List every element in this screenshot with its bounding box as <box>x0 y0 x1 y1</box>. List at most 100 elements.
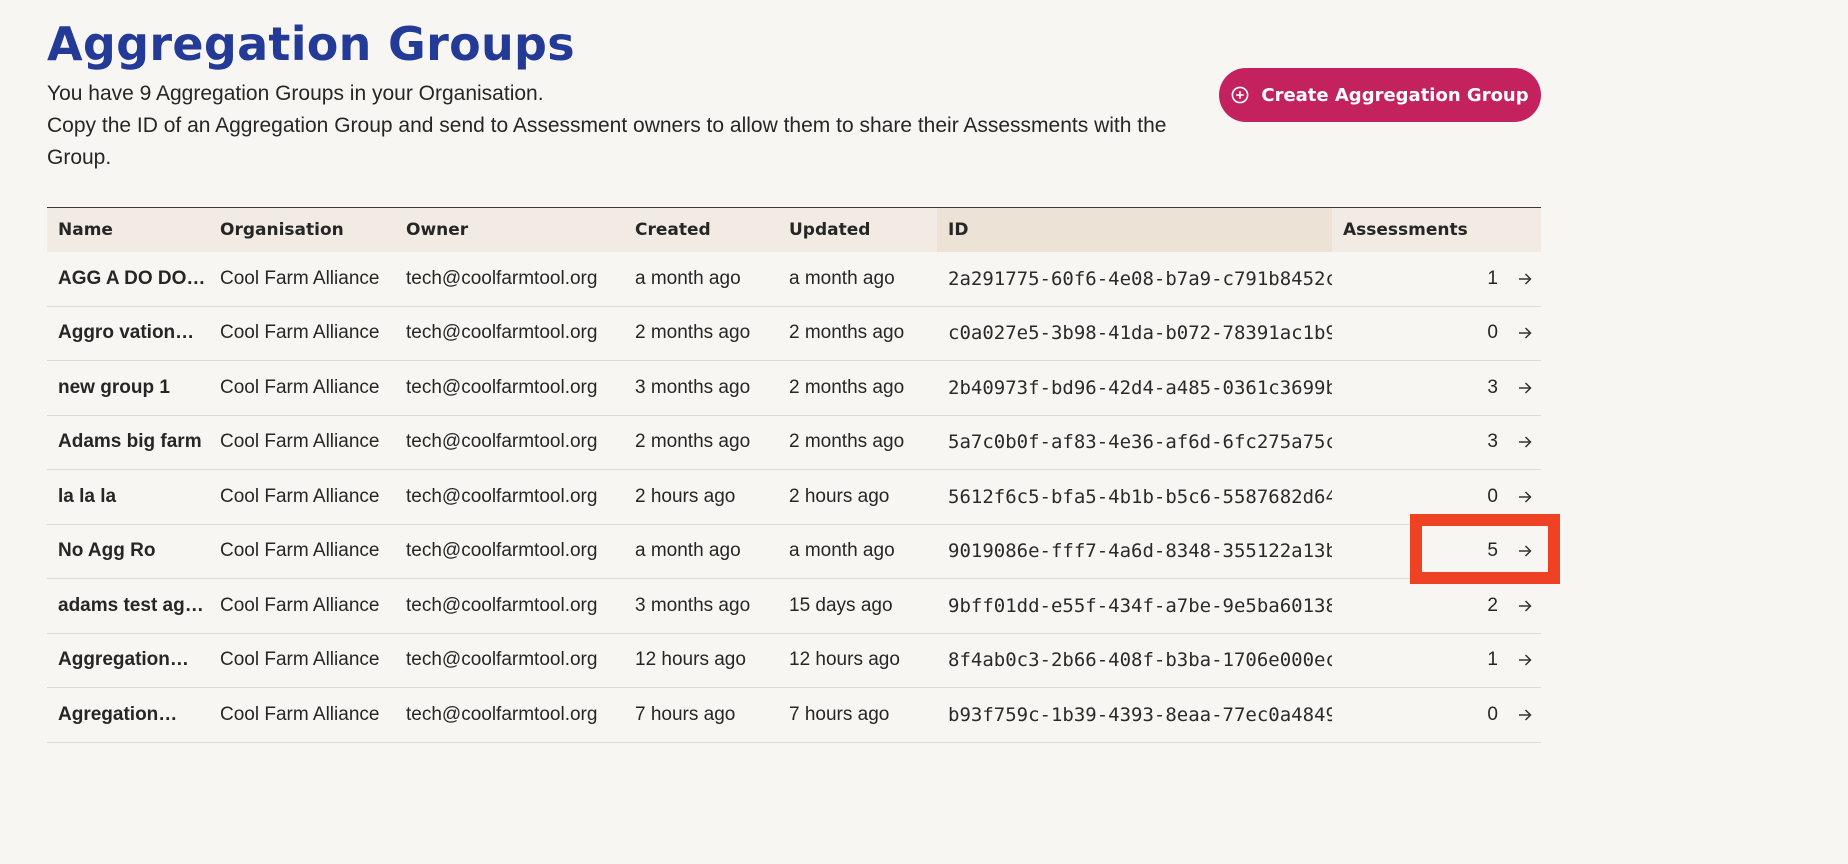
column-header-id[interactable]: ID <box>937 207 1332 252</box>
group-id: 9bff01dd-e55f-434f-a7be-9e5ba601382c <box>948 594 1332 617</box>
group-organisation: Cool Farm Alliance <box>209 415 395 470</box>
group-updated: 15 days ago <box>778 578 937 634</box>
arrow-right-icon[interactable] <box>1517 707 1533 723</box>
table-row[interactable]: new group 1 Cool Farm Alliance tech@coolfa… <box>47 360 1541 416</box>
table-row[interactable]: AGG A DO DO… Cool Farm Alliance tech@coolf… <box>47 252 1541 307</box>
group-assessments-count: 0 <box>1332 306 1498 361</box>
group-name[interactable]: Aggregation… <box>47 633 209 688</box>
intro-text: You have 9 Aggregation Groups in your Or… <box>47 78 1187 174</box>
group-name[interactable]: No Agg Ro <box>47 524 209 579</box>
group-id: 9019086e-fff7-4a6d-8348-355122a13ba1 <box>948 540 1332 563</box>
group-organisation: Cool Farm Alliance <box>209 687 395 743</box>
group-organisation: Cool Farm Alliance <box>209 469 395 525</box>
arrow-right-icon[interactable] <box>1517 652 1533 668</box>
group-id: c0a027e5-3b98-41da-b072-78391ac1b988 <box>948 322 1332 345</box>
open-group-cell <box>1498 415 1541 470</box>
page-title: Aggregation Groups <box>47 17 575 71</box>
group-organisation: Cool Farm Alliance <box>209 306 395 361</box>
table-row[interactable]: adams test agg… Cool Farm Alliance tech@co… <box>47 578 1541 634</box>
group-id: 2b40973f-bd96-42d4-a485-0361c3699b82 <box>948 376 1332 399</box>
table-row[interactable]: la la la Cool Farm Alliance tech@coolfarmt… <box>47 469 1541 525</box>
group-owner: tech@coolfarmtool.org <box>395 578 624 634</box>
arrow-right-icon[interactable] <box>1517 598 1533 614</box>
arrow-right-icon[interactable] <box>1517 434 1533 450</box>
group-owner: tech@coolfarmtool.org <box>395 306 624 361</box>
open-group-cell <box>1498 360 1541 416</box>
column-header-actions <box>1498 208 1541 253</box>
group-owner: tech@coolfarmtool.org <box>395 633 624 688</box>
group-owner: tech@coolfarmtool.org <box>395 415 624 470</box>
group-name[interactable]: Agregation… <box>47 687 209 743</box>
group-updated: 2 months ago <box>778 360 937 416</box>
group-created: 2 hours ago <box>624 469 778 525</box>
group-name[interactable]: new group 1 <box>47 360 209 416</box>
group-updated: 2 months ago <box>778 306 937 361</box>
group-name[interactable]: la la la <box>47 469 209 525</box>
group-assessments-count: 3 <box>1332 360 1498 416</box>
create-aggregation-group-button[interactable]: Create Aggregation Group <box>1219 68 1541 122</box>
group-updated: a month ago <box>778 524 937 579</box>
group-updated: 2 months ago <box>778 415 937 470</box>
group-assessments-count: 1 <box>1332 252 1498 307</box>
group-id: 5612f6c5-bfa5-4b1b-b5c6-5587682d64d7 <box>948 485 1332 508</box>
group-created: 2 months ago <box>624 306 778 361</box>
group-name[interactable]: Adams big farm <box>47 415 209 470</box>
open-group-cell <box>1498 633 1541 688</box>
group-assessments-count: 0 <box>1332 469 1498 525</box>
group-id: 2a291775-60f6-4e08-b7a9-c791b8452cb6 <box>948 267 1332 290</box>
arrow-right-icon[interactable] <box>1517 325 1533 341</box>
table-body: AGG A DO DO… Cool Farm Alliance tech@coolf… <box>47 252 1541 743</box>
column-header-owner[interactable]: Owner <box>395 208 624 253</box>
group-organisation: Cool Farm Alliance <box>209 633 395 688</box>
group-owner: tech@coolfarmtool.org <box>395 469 624 525</box>
column-header-organisation[interactable]: Organisation <box>209 208 395 253</box>
arrow-right-icon[interactable] <box>1517 271 1533 287</box>
open-group-cell <box>1498 306 1541 361</box>
group-id-cell: 8f4ab0c3-2b66-408f-b3ba-1706e000ecee <box>937 633 1332 688</box>
group-id: 5a7c0b0f-af83-4e36-af6d-6fc275a75c71 <box>948 431 1332 454</box>
group-owner: tech@coolfarmtool.org <box>395 252 624 307</box>
table-row[interactable]: Adams big farm Cool Farm Alliance tech@coo… <box>47 415 1541 470</box>
group-id-cell: 9019086e-fff7-4a6d-8348-355122a13ba1 <box>937 524 1332 579</box>
group-assessments-count: 3 <box>1332 415 1498 470</box>
group-organisation: Cool Farm Alliance <box>209 252 395 307</box>
open-group-cell <box>1498 252 1541 307</box>
group-id-cell: 9bff01dd-e55f-434f-a7be-9e5ba601382c <box>937 578 1332 634</box>
table-header-row: Name Organisation Owner Created Updated … <box>47 207 1541 253</box>
table-row[interactable]: Aggro vation… Cool Farm Alliance tech@cool… <box>47 306 1541 361</box>
group-owner: tech@coolfarmtool.org <box>395 524 624 579</box>
column-header-created[interactable]: Created <box>624 208 778 253</box>
group-owner: tech@coolfarmtool.org <box>395 360 624 416</box>
open-group-cell <box>1498 687 1541 743</box>
group-name[interactable]: Aggro vation… <box>47 306 209 361</box>
intro-count-text: You have 9 Aggregation Groups in your Or… <box>47 82 544 105</box>
group-created: a month ago <box>624 252 778 307</box>
column-header-name[interactable]: Name <box>47 208 209 253</box>
aggregation-groups-page: Aggregation Groups You have 9 Aggregatio… <box>0 0 1848 864</box>
group-organisation: Cool Farm Alliance <box>209 524 395 579</box>
group-assessments-count: 1 <box>1332 633 1498 688</box>
group-name[interactable]: adams test agg… <box>47 578 209 634</box>
group-created: 7 hours ago <box>624 687 778 743</box>
arrow-right-icon[interactable] <box>1517 380 1533 396</box>
column-header-assessments[interactable]: Assessments <box>1332 208 1498 253</box>
column-header-updated[interactable]: Updated <box>778 208 937 253</box>
group-created: a month ago <box>624 524 778 579</box>
group-name[interactable]: AGG A DO DO… <box>47 252 209 307</box>
plus-circle-icon <box>1231 86 1249 104</box>
arrow-right-icon[interactable] <box>1517 543 1533 559</box>
table-row[interactable]: Aggregation… Cool Farm Alliance tech@coolf… <box>47 633 1541 688</box>
aggregation-groups-table: Name Organisation Owner Created Updated … <box>47 207 1541 743</box>
group-created: 3 months ago <box>624 578 778 634</box>
group-created: 12 hours ago <box>624 633 778 688</box>
group-organisation: Cool Farm Alliance <box>209 360 395 416</box>
table-row[interactable]: No Agg Ro Cool Farm Alliance tech@coolfarm… <box>47 524 1541 579</box>
group-owner: tech@coolfarmtool.org <box>395 687 624 743</box>
open-group-cell <box>1498 578 1541 634</box>
table-row[interactable]: Agregation… Cool Farm Alliance tech@coolfa… <box>47 687 1541 743</box>
group-updated: 12 hours ago <box>778 633 937 688</box>
group-assessments-count: 2 <box>1332 578 1498 634</box>
group-created: 2 months ago <box>624 415 778 470</box>
arrow-right-icon[interactable] <box>1517 489 1533 505</box>
group-created: 3 months ago <box>624 360 778 416</box>
